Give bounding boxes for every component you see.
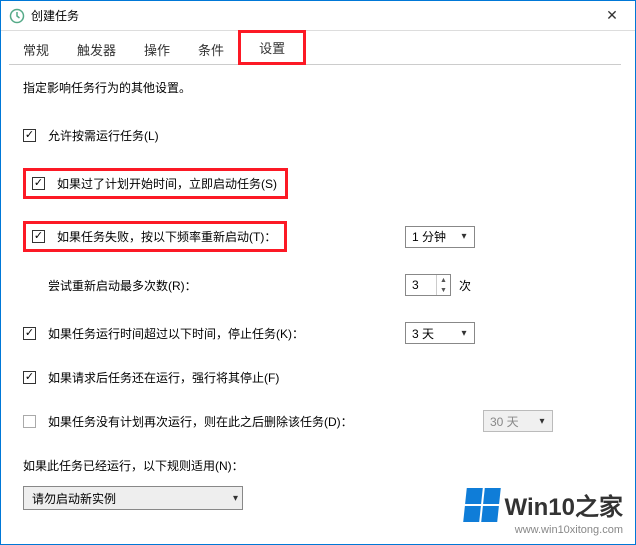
option-start-when-missed: 如果过了计划开始时间，立即启动任务(S): [23, 168, 613, 199]
label-start-when-missed: 如果过了计划开始时间，立即启动任务(S): [57, 175, 277, 192]
option-delete-if-unscheduled: 如果任务没有计划再次运行，则在此之后删除该任务(D)： 30 天 ▾: [23, 410, 613, 432]
spin-arrows-icon: ▲▼: [436, 275, 450, 295]
label-restart-on-fail: 如果任务失败，按以下频率重新启动(T)：: [57, 228, 276, 245]
option-allow-on-demand: 允许按需运行任务(L): [23, 124, 613, 146]
tab-conditions[interactable]: 条件: [184, 34, 238, 65]
spin-retry-count[interactable]: 3 ▲▼: [405, 274, 451, 296]
dialog-window: 创建任务 ✕ 常规 触发器 操作 条件 设置 指定影响任务行为的其他设置。 允许…: [0, 0, 636, 545]
watermark-url: www.win10xitong.com: [465, 524, 623, 536]
combo-restart-interval-value: 1 分钟: [412, 228, 452, 245]
highlight-start-when-missed: 如果过了计划开始时间，立即启动任务(S): [23, 168, 288, 199]
label-retry-count-unit: 次: [459, 277, 471, 294]
checkbox-restart-on-fail[interactable]: [32, 230, 45, 243]
label-force-stop: 如果请求后任务还在运行，强行将其停止(F): [48, 369, 279, 386]
label-stop-if-long: 如果任务运行时间超过以下时间，停止任务(K)：: [48, 325, 304, 342]
checkbox-stop-if-long[interactable]: [23, 327, 36, 340]
highlight-restart-on-fail: 如果任务失败，按以下频率重新启动(T)：: [23, 221, 287, 252]
chevron-down-icon: ▾: [456, 231, 472, 242]
titlebar: 创建任务 ✕: [1, 1, 635, 31]
window-title: 创建任务: [31, 7, 597, 24]
checkbox-allow-on-demand[interactable]: [23, 129, 36, 142]
tab-triggers[interactable]: 触发器: [63, 34, 130, 65]
combo-delete-after-value: 30 天: [490, 413, 530, 430]
checkbox-start-when-missed[interactable]: [32, 177, 45, 190]
tab-general[interactable]: 常规: [9, 34, 63, 65]
tab-settings[interactable]: 设置: [238, 30, 306, 65]
label-retry-count: 尝试重新启动最多次数(R)：: [48, 277, 197, 294]
close-icon: ✕: [606, 7, 618, 24]
combo-stop-after[interactable]: 3 天 ▾: [405, 322, 475, 344]
checkbox-force-stop[interactable]: [23, 371, 36, 384]
option-force-stop: 如果请求后任务还在运行，强行将其停止(F): [23, 366, 613, 388]
combo-stop-after-value: 3 天: [412, 325, 452, 342]
option-retry-count: 尝试重新启动最多次数(R)： 3 ▲▼ 次: [23, 274, 613, 296]
chevron-down-icon: ▾: [233, 493, 238, 504]
option-stop-if-long: 如果任务运行时间超过以下时间，停止任务(K)： 3 天 ▾: [23, 322, 613, 344]
app-icon: [9, 8, 25, 24]
chevron-down-icon: ▾: [534, 416, 550, 427]
combo-delete-after: 30 天 ▾: [483, 410, 553, 432]
panel-description: 指定影响任务行为的其他设置。: [23, 79, 613, 96]
label-already-running: 如果此任务已经运行，以下规则适用(N)：: [23, 457, 244, 474]
spin-retry-count-value: 3: [406, 275, 436, 295]
settings-panel: 指定影响任务行为的其他设置。 允许按需运行任务(L) 如果过了计划开始时间，立即…: [1, 65, 635, 518]
combo-rule[interactable]: 请勿启动新实例 ▾: [23, 486, 243, 510]
label-delete-if-unscheduled: 如果任务没有计划再次运行，则在此之后删除该任务(D)：: [48, 413, 353, 430]
chevron-down-icon: ▾: [456, 328, 472, 339]
rule-combo-row: 请勿启动新实例 ▾: [23, 486, 613, 510]
tab-strip: 常规 触发器 操作 条件 设置: [1, 31, 635, 65]
combo-restart-interval[interactable]: 1 分钟 ▾: [405, 226, 475, 248]
combo-rule-value: 请勿启动新实例: [32, 490, 233, 507]
close-button[interactable]: ✕: [597, 1, 627, 31]
option-restart-on-fail: 如果任务失败，按以下频率重新启动(T)： 1 分钟 ▾: [23, 221, 613, 252]
label-allow-on-demand: 允许按需运行任务(L): [48, 127, 159, 144]
checkbox-delete-if-unscheduled[interactable]: [23, 415, 36, 428]
tab-actions[interactable]: 操作: [130, 34, 184, 65]
option-already-running: 如果此任务已经运行，以下规则适用(N)：: [23, 454, 613, 476]
